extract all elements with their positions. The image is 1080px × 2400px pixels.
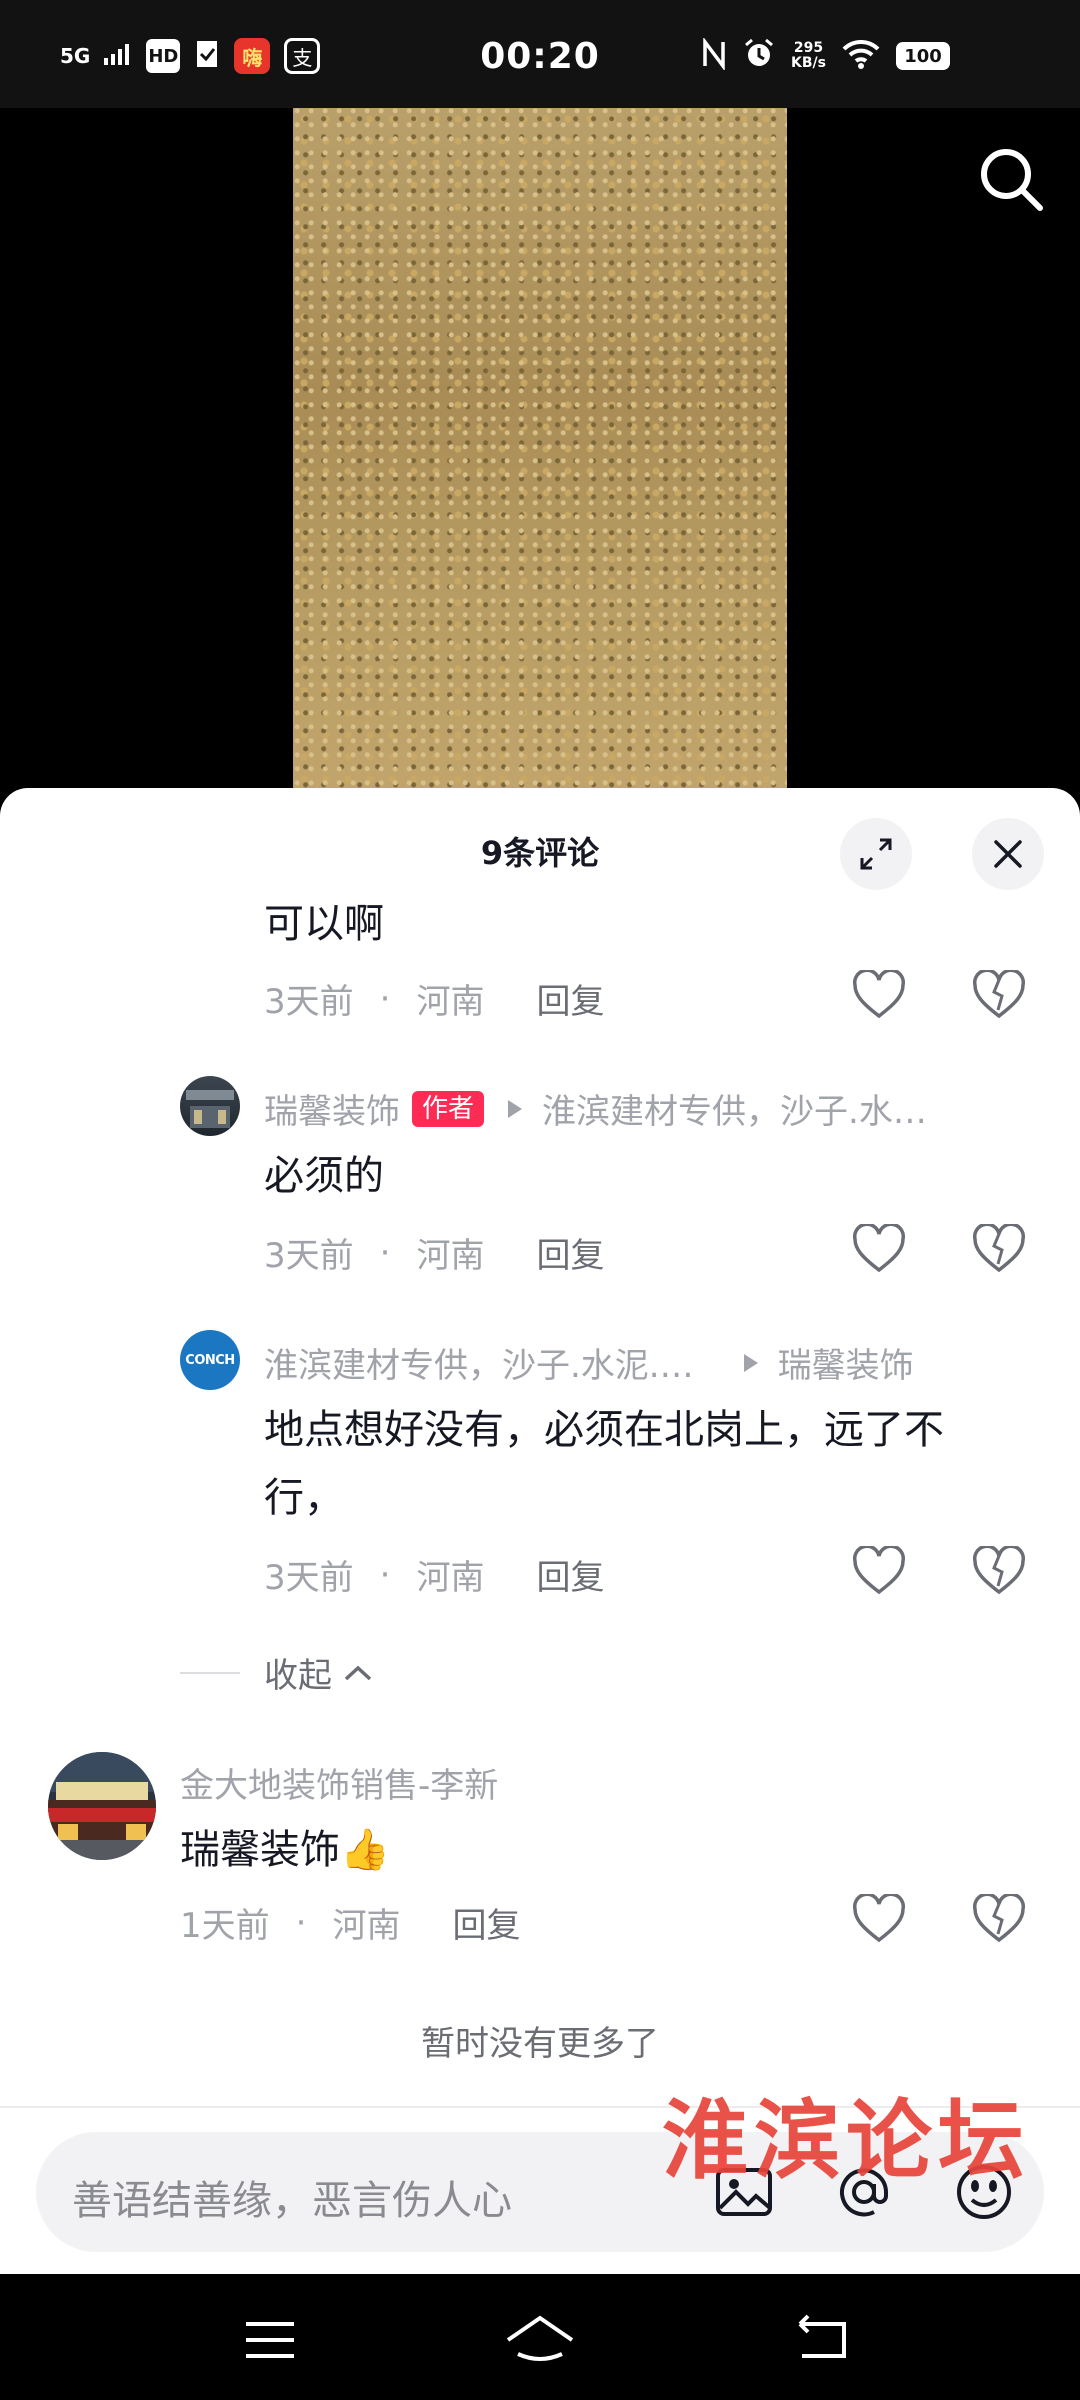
- comment-time: 1天前: [180, 1906, 270, 1946]
- comment-meta: 3天前 · 河南 回复: [264, 974, 604, 1023]
- comment-text: 必须的: [264, 1153, 384, 1199]
- nfc-icon: [701, 36, 727, 74]
- network-speed: 295 KB/s: [791, 41, 826, 71]
- status-right-icons: 295 KB/s 100: [701, 36, 950, 74]
- comment-time: 3天前: [264, 982, 354, 1022]
- menu-icon[interactable]: [240, 2310, 300, 2370]
- like-heart-icon[interactable]: [852, 968, 906, 1020]
- comment-sheet: 9条评论 可以啊 3天前 · 河南 回复 瑞馨装饰 作者 淮滨建材专供，沙子.水…: [0, 788, 1080, 2274]
- comment-username-row: 瑞馨装饰 作者 淮滨建材专供，沙子.水…: [264, 1084, 927, 1133]
- speed-unit: KB/s: [791, 55, 826, 71]
- comment-username-row: 金大地装饰销售-李新: [180, 1758, 498, 1807]
- home-icon[interactable]: [504, 2310, 576, 2370]
- speed-value: 295: [793, 40, 824, 56]
- watermark: 淮滨论坛: [662, 2090, 1030, 2191]
- author-badge: 作者: [412, 1090, 485, 1127]
- reply-button[interactable]: 回复: [536, 1228, 604, 1277]
- comment-location: 河南: [332, 1906, 401, 1946]
- avatar[interactable]: [48, 1752, 156, 1860]
- reply-to-username[interactable]: 瑞馨装饰: [778, 1338, 914, 1387]
- collapse-replies-button[interactable]: 收起: [180, 1648, 376, 1697]
- reply-button[interactable]: 回复: [452, 1898, 520, 1947]
- reply-arrow-icon: [743, 1353, 758, 1372]
- dislike-broken-heart-icon[interactable]: [972, 1544, 1026, 1596]
- avatar-logo-text: CONCH: [185, 1352, 235, 1368]
- comment-meta: 1天前 · 河南 回复: [180, 1898, 520, 1947]
- collapse-divider: [180, 1671, 240, 1674]
- reply-arrow-icon: [508, 1099, 523, 1118]
- comment-username[interactable]: 淮滨建材专供，沙子.水泥.…: [264, 1338, 694, 1387]
- comment-meta: 3天前 · 河南 回复: [264, 1228, 604, 1277]
- like-heart-icon[interactable]: [852, 1222, 906, 1274]
- comment-text: 可以啊: [264, 901, 384, 947]
- comment-location: 河南: [416, 1236, 485, 1276]
- comment-username-row: 淮滨建材专供，沙子.水泥.… 瑞馨装饰: [264, 1338, 914, 1387]
- comment-text: 瑞馨装饰👍: [180, 1827, 390, 1873]
- dislike-broken-heart-icon[interactable]: [972, 1222, 1026, 1274]
- avatar[interactable]: [180, 1076, 240, 1136]
- search-icon[interactable]: [976, 144, 1046, 214]
- comment-text-line: 地点想好没有，必须在北岗上，远了不: [264, 1407, 944, 1453]
- comment-location: 河南: [416, 1558, 485, 1598]
- close-button[interactable]: [972, 818, 1044, 890]
- status-bar: 5G HD 嗨 支 00:20 295 KB/s 100: [0, 0, 1080, 108]
- comment-username[interactable]: 瑞馨装饰: [264, 1084, 400, 1133]
- comment-time: 3天前: [264, 1558, 354, 1598]
- comment-username[interactable]: 金大地装饰销售-李新: [180, 1758, 498, 1807]
- reply-button[interactable]: 回复: [536, 1550, 604, 1599]
- comment-meta: 3天前 · 河南 回复: [264, 1550, 604, 1599]
- video-frame[interactable]: [293, 108, 787, 808]
- video-player[interactable]: [0, 108, 1080, 808]
- expand-button[interactable]: [840, 818, 912, 890]
- separator-dot: ·: [379, 1232, 391, 1273]
- system-navigation-bar: [0, 2274, 1080, 2400]
- close-icon: [994, 840, 1022, 868]
- collapse-label: 收起: [264, 1656, 332, 1696]
- dislike-broken-heart-icon[interactable]: [972, 1892, 1026, 1944]
- comment-location: 河南: [416, 982, 485, 1022]
- comment-time: 3天前: [264, 1236, 354, 1276]
- no-more-comments: 暂时没有更多了: [421, 2024, 659, 2064]
- chevron-up-icon: [344, 1665, 372, 1680]
- separator-dot: ·: [379, 978, 391, 1019]
- avatar[interactable]: CONCH: [180, 1330, 240, 1390]
- battery-icon: 100: [896, 42, 950, 70]
- comment-input-placeholder[interactable]: 善语结善缘，恶言伤人心: [72, 2168, 512, 2226]
- expand-icon: [860, 838, 892, 870]
- reply-button[interactable]: 回复: [536, 974, 604, 1023]
- comment-count-title: 9条评论: [480, 834, 600, 872]
- back-icon[interactable]: [790, 2310, 850, 2370]
- like-heart-icon[interactable]: [852, 1892, 906, 1944]
- separator-dot: ·: [295, 1902, 307, 1943]
- alarm-icon: [743, 38, 775, 74]
- separator-dot: ·: [379, 1554, 391, 1595]
- like-heart-icon[interactable]: [852, 1544, 906, 1596]
- comment-text-line: 行，: [264, 1475, 344, 1521]
- dislike-broken-heart-icon[interactable]: [972, 968, 1026, 1020]
- reply-to-username[interactable]: 淮滨建材专供，沙子.水…: [542, 1084, 927, 1133]
- wifi-icon: [842, 39, 880, 73]
